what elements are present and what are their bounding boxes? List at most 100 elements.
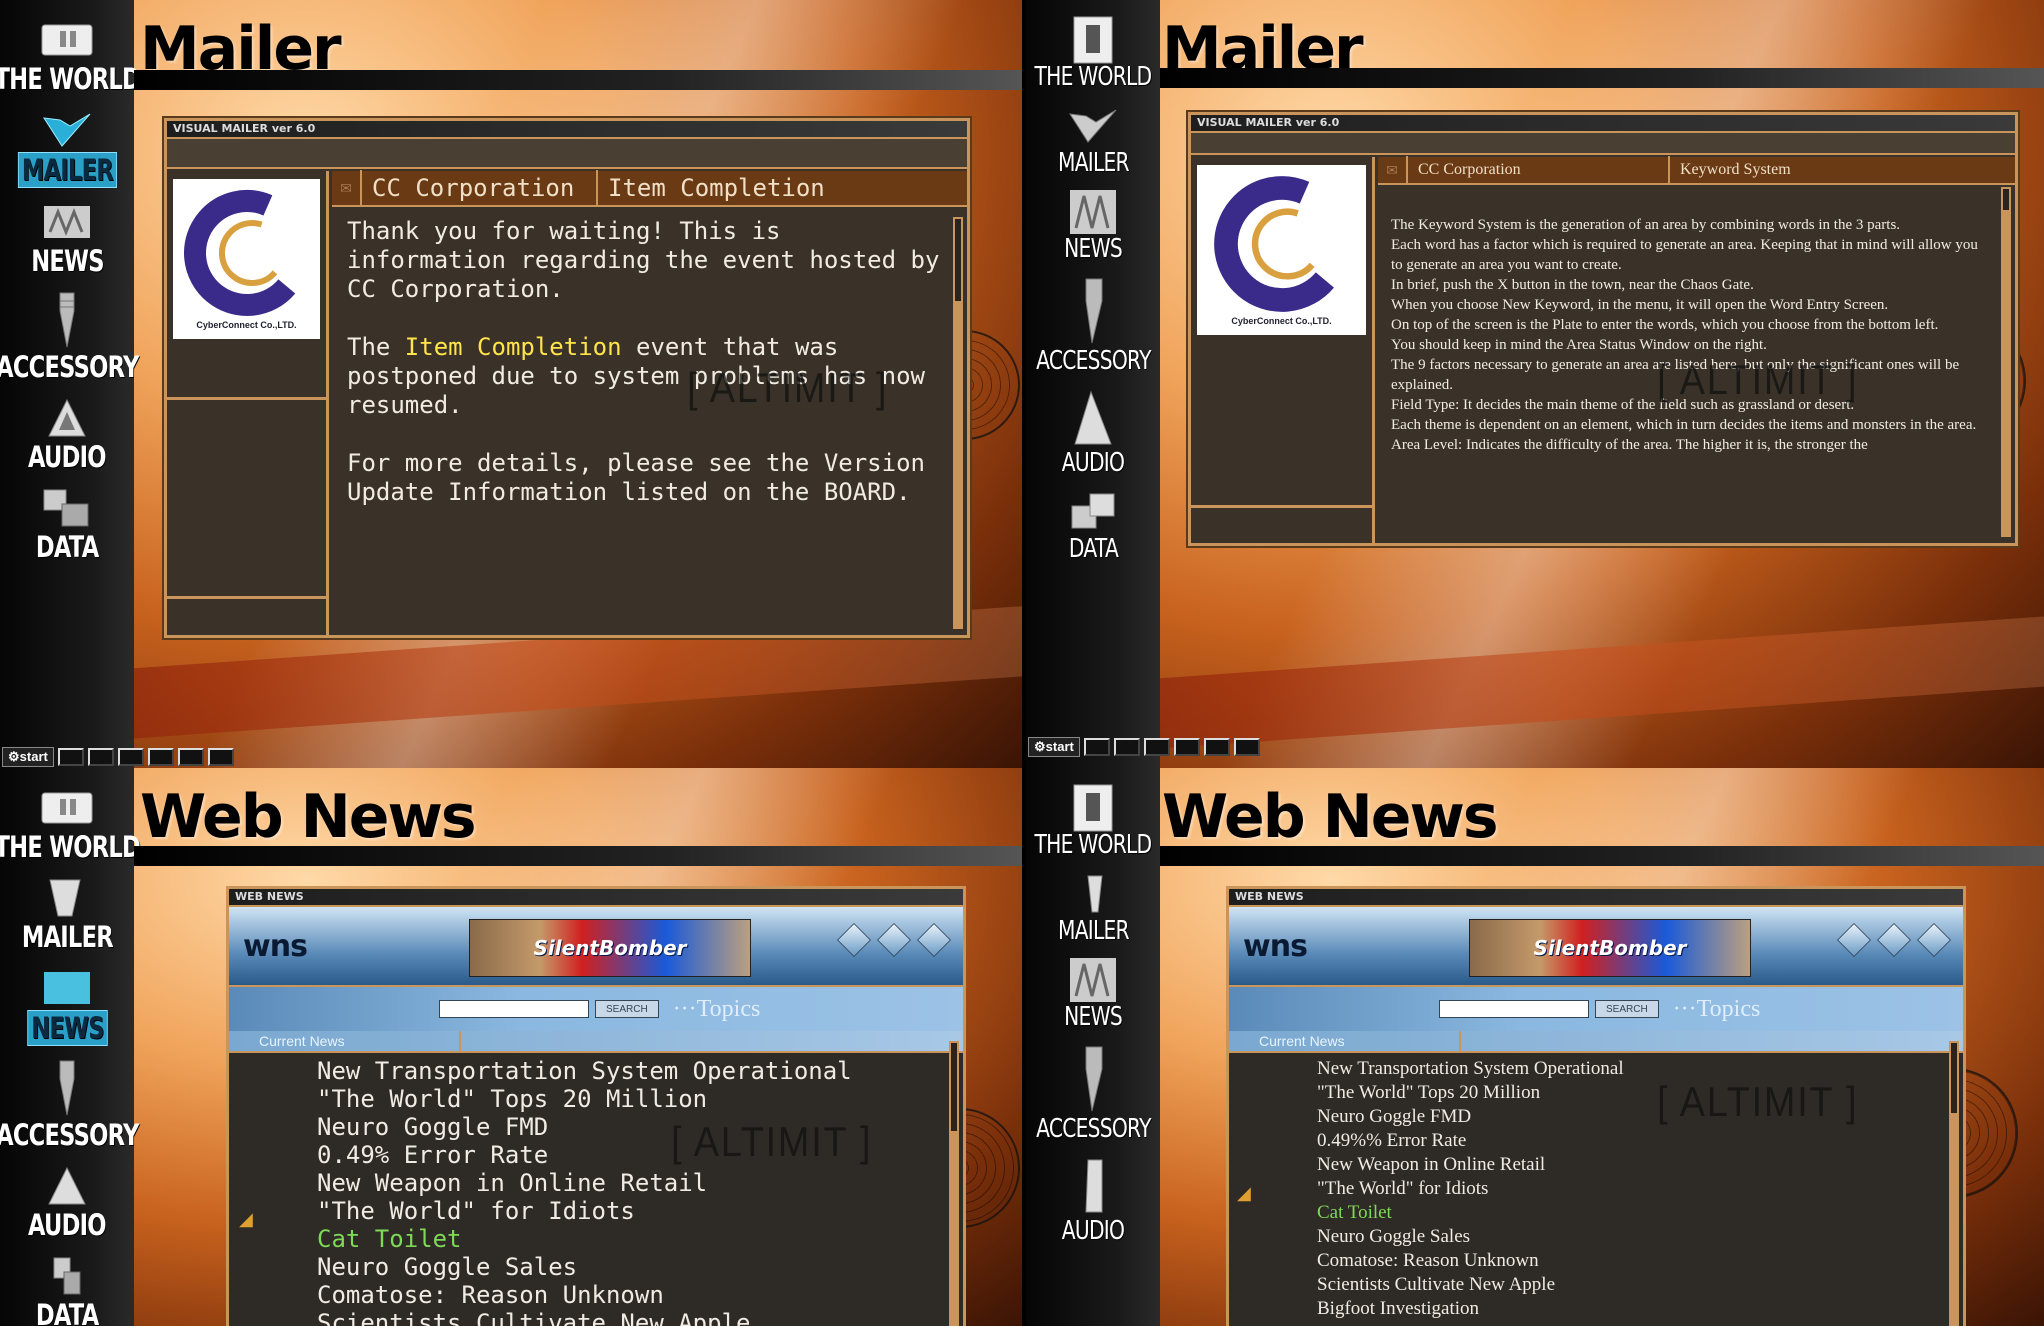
mail-line: The Keyword System is the generation of … — [1391, 217, 1901, 233]
search-button[interactable]: SEARCH — [595, 1000, 659, 1018]
taskbar-slot[interactable] — [207, 748, 234, 766]
mailer-icon — [1064, 872, 1122, 916]
scroll-thumb[interactable] — [2003, 209, 2009, 535]
sidebar-item-data[interactable]: DATA — [1062, 490, 1125, 564]
search-button[interactable]: SEARCH — [1595, 1000, 1659, 1018]
sidebar-item-the-world[interactable]: THE WORLD — [1026, 16, 1168, 92]
silentbomber-ad[interactable]: SilentBomber — [469, 919, 751, 977]
sidebar-item-mailer[interactable]: MAILER — [1048, 104, 1139, 178]
scrollbar[interactable] — [949, 1041, 959, 1326]
sidebar-item-data[interactable]: DATA — [27, 1254, 107, 1326]
mail-icon[interactable]: ✉ — [332, 170, 362, 206]
news-item[interactable]: New Weapon in Online Retail — [317, 1169, 963, 1197]
cube-icon[interactable] — [917, 923, 951, 957]
news-item[interactable]: Neuro Goggle Sales — [1317, 1225, 1963, 1249]
sidebar-label: NEWS — [1064, 1002, 1123, 1032]
news-item[interactable]: Neuro Goggle Sales — [317, 1253, 963, 1281]
taskbar-slot[interactable] — [57, 748, 84, 766]
sidebar-item-news[interactable]: NEWS — [1056, 190, 1130, 264]
cube-icon[interactable] — [1837, 923, 1871, 957]
mail-line: When you choose New Keyword, in the menu… — [1391, 297, 1889, 313]
mail-body: Thank you for waiting! This is informati… — [347, 217, 943, 625]
taskbar-slot[interactable] — [147, 748, 174, 766]
news-item[interactable]: 0.49%% Error Rate — [1317, 1129, 1963, 1153]
mail-line: Each theme is dependent on an element, w… — [1391, 417, 1977, 433]
sidebar-item-accessory[interactable]: ACCESSORY — [1026, 276, 1166, 376]
news-item[interactable]: "The World" Tops 20 Million — [317, 1085, 963, 1113]
sidebar-item-accessory[interactable]: ACCESSORY — [0, 1058, 158, 1152]
tab-sender[interactable]: CC Corporation — [362, 170, 598, 206]
the-world-icon — [1064, 784, 1122, 832]
news-item[interactable]: Comatose: Reason Unknown — [1317, 1249, 1963, 1273]
mail-paragraph: For more details, please see the Version… — [347, 449, 925, 506]
sidebar-item-mailer[interactable]: MAILER — [4, 108, 131, 188]
sidebar-item-news[interactable]: NEWS — [1056, 958, 1130, 1032]
news-item[interactable]: Comatose: Reason Unknown — [317, 1281, 963, 1309]
news-item[interactable]: Neuro Goggle FMD — [1317, 1105, 1963, 1129]
scroll-thumb[interactable] — [951, 1130, 957, 1326]
search-row: SEARCH ···Topics — [1229, 987, 1963, 1031]
tab-subject[interactable]: Keyword System — [1670, 156, 2015, 184]
cube-icon[interactable] — [837, 923, 871, 957]
sidebar-item-accessory[interactable]: ACCESSORY — [0, 290, 158, 384]
sidebar-item-audio[interactable]: AUDIO — [17, 396, 117, 474]
sidebar-item-mailer[interactable]: MAILER — [9, 876, 126, 954]
taskbar-slot[interactable] — [177, 748, 204, 766]
start-button[interactable]: ⚙start — [2, 747, 54, 767]
taskbar-slot[interactable] — [1083, 738, 1110, 756]
taskbar-slot[interactable] — [87, 748, 114, 766]
news-item[interactable]: New Transportation System Operational — [1317, 1057, 1963, 1081]
scroll-thumb[interactable] — [955, 300, 961, 627]
sidebar-item-the-world[interactable]: THE WORLD — [1026, 784, 1168, 860]
sidebar-item-accessory[interactable]: ACCESSORY — [1026, 1044, 1166, 1144]
scrollbar[interactable] — [2001, 187, 2011, 537]
taskbar-slot[interactable] — [117, 748, 144, 766]
sender-column: CyberConnect Co.,LTD. — [167, 171, 329, 635]
sidebar-item-mailer[interactable]: MAILER — [1048, 872, 1139, 946]
search-input[interactable] — [439, 1000, 589, 1018]
taskbar-slot[interactable] — [1143, 738, 1170, 756]
window-icon[interactable] — [1877, 923, 1911, 957]
news-item[interactable]: "The World" for Idiots — [317, 1197, 963, 1225]
scrollbar[interactable] — [1949, 1041, 1959, 1326]
sidebar-item-news[interactable]: NEWS — [21, 200, 114, 278]
news-item[interactable]: "The World" Tops 20 Million — [1317, 1081, 1963, 1105]
start-button[interactable]: ⚙start — [1028, 737, 1080, 757]
ad-text: SilentBomber — [1533, 936, 1687, 960]
tab-sender[interactable]: CC Corporation — [1408, 156, 1670, 184]
news-item-selected[interactable]: Cat Toilet — [317, 1225, 963, 1253]
tab-subject[interactable]: Item Completion — [598, 170, 967, 206]
silentbomber-ad[interactable]: SilentBomber — [1469, 919, 1751, 977]
mailer-icon — [1064, 104, 1122, 148]
search-input[interactable] — [1439, 1000, 1589, 1018]
news-item-selected[interactable]: Cat Toilet — [1317, 1201, 1963, 1225]
topics-link[interactable]: ···Topics — [1673, 996, 1761, 1023]
news-item[interactable]: "The World" for Idiots — [1317, 1177, 1963, 1201]
taskbar-slot[interactable] — [1113, 738, 1140, 756]
data-icon — [1064, 490, 1122, 534]
window-top-strip — [1191, 133, 2015, 155]
taskbar-slot[interactable] — [1233, 738, 1260, 756]
cube-icon[interactable] — [1917, 923, 1951, 957]
title-bar — [1160, 68, 2044, 88]
topics-link[interactable]: ···Topics — [673, 996, 761, 1023]
sidebar-item-audio[interactable]: AUDIO — [1053, 1156, 1133, 1246]
sidebar-label: NEWS — [26, 1010, 108, 1046]
news-item[interactable]: Scientists Cultivate New Apple — [317, 1309, 963, 1326]
news-item[interactable]: New Transportation System Operational — [317, 1057, 963, 1085]
altimit-watermark: [ ALTIMIT ] — [687, 364, 889, 411]
sidebar-item-audio[interactable]: AUDIO — [17, 1164, 117, 1242]
taskbar-slot[interactable] — [1203, 738, 1230, 756]
news-item[interactable]: Bigfoot Investigation — [1317, 1297, 1963, 1321]
news-item[interactable]: New Weapon in Online Retail — [1317, 1153, 1963, 1177]
sidebar-item-news[interactable]: NEWS — [16, 966, 119, 1046]
window-icon[interactable] — [877, 923, 911, 957]
sidebar-item-audio[interactable]: AUDIO — [1053, 388, 1133, 478]
mail-icon[interactable]: ✉ — [1378, 156, 1408, 184]
scrollbar[interactable] — [953, 217, 963, 629]
sidebar-item-data[interactable]: DATA — [27, 486, 107, 564]
window-label: VISUAL MAILER ver 6.0 — [1191, 115, 2015, 133]
scroll-thumb[interactable] — [1951, 1113, 1957, 1326]
news-item[interactable]: Scientists Cultivate New Apple — [1317, 1273, 1963, 1297]
taskbar-slot[interactable] — [1173, 738, 1200, 756]
